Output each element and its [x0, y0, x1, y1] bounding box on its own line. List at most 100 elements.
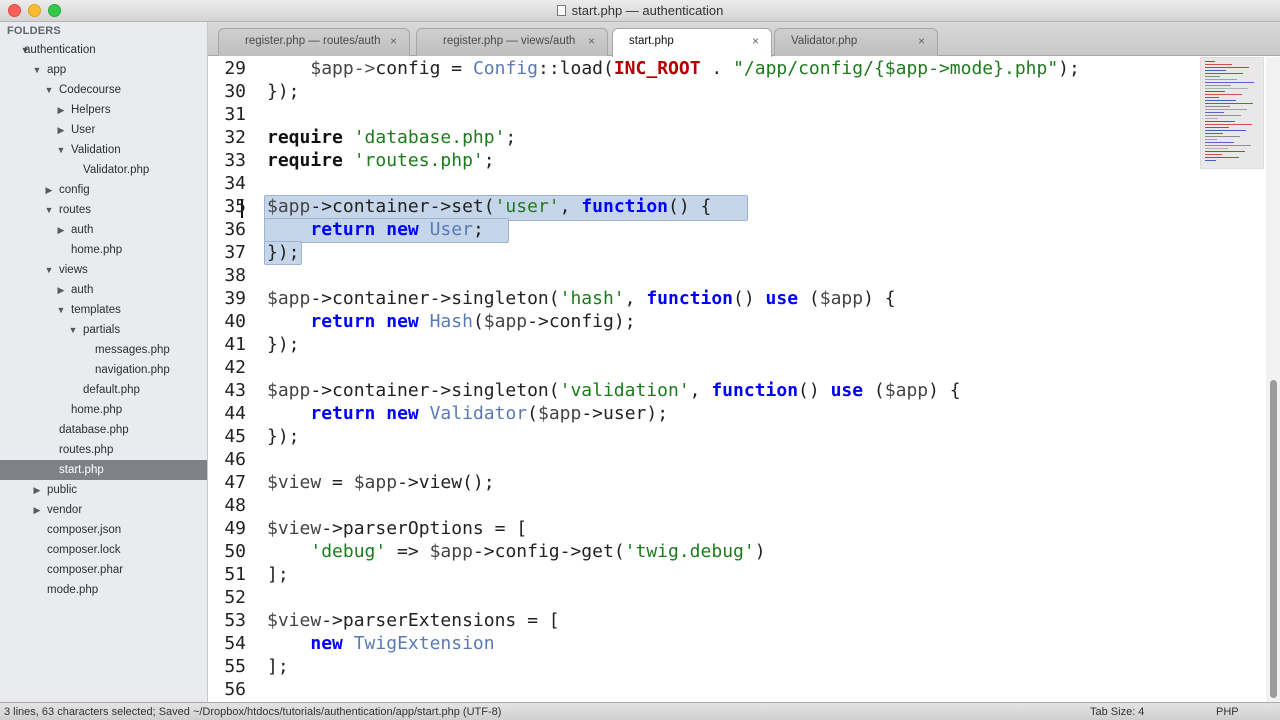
code-line[interactable]: require 'database.php';	[267, 127, 516, 148]
sidebar-item[interactable]: composer.json	[0, 520, 207, 540]
minimap-line	[1205, 118, 1218, 119]
disclosure-open-icon[interactable]: ▼	[32, 60, 42, 80]
tab-close-icon[interactable]: ×	[588, 29, 595, 53]
line-number: 52	[224, 587, 246, 608]
code-token: return	[310, 219, 376, 240]
code-token: User	[429, 219, 473, 240]
sidebar-item[interactable]: home.php	[0, 240, 207, 260]
code-line[interactable]: new TwigExtension	[267, 633, 494, 654]
disclosure-closed-icon[interactable]: ▶	[32, 480, 42, 500]
code-token: 'user'	[494, 196, 560, 217]
sidebar-item[interactable]: database.php	[0, 420, 207, 440]
code-line[interactable]: });	[267, 334, 300, 355]
line-number: 48	[224, 495, 246, 516]
code-line[interactable]: $view->parserExtensions = [	[267, 610, 560, 631]
sidebar-item[interactable]: mode.php	[0, 580, 207, 600]
scrollbar-thumb[interactable]	[1270, 380, 1277, 698]
code-line[interactable]: $app->config = Config::load(INC_ROOT . "…	[267, 58, 1080, 79]
disclosure-closed-icon[interactable]: ▶	[56, 120, 66, 140]
sidebar-item[interactable]: Validator.php	[0, 160, 207, 180]
disclosure-closed-icon[interactable]: ▶	[56, 220, 66, 240]
code-token: () {	[668, 196, 712, 217]
disclosure-open-icon[interactable]: ▼	[44, 80, 54, 100]
code-line[interactable]: ];	[267, 656, 289, 677]
code-token: });	[267, 426, 300, 447]
sidebar-item-label: vendor	[47, 504, 83, 516]
code-line[interactable]: return new Hash($app->config);	[267, 311, 635, 332]
sidebar-item-label: mode.php	[47, 584, 99, 596]
sidebar-item[interactable]: ▶ public	[0, 480, 207, 500]
code-line[interactable]: return new Validator($app->user);	[267, 403, 668, 424]
sidebar-item[interactable]: ▼ authentication	[0, 40, 207, 60]
line-number: 47	[224, 472, 246, 493]
sidebar-item[interactable]: ▼ Validation	[0, 140, 207, 160]
sidebar-item[interactable]: ▼ templates	[0, 300, 207, 320]
code-line[interactable]: $app->container->set('user', function() …	[267, 196, 711, 217]
tab-close-icon[interactable]: ×	[752, 29, 759, 53]
sidebar-item[interactable]: home.php	[0, 400, 207, 420]
code-line[interactable]: });	[267, 426, 300, 447]
sidebar-item[interactable]: ▶ auth	[0, 220, 207, 240]
minimap-line	[1205, 94, 1242, 95]
disclosure-closed-icon[interactable]: ▶	[56, 100, 66, 120]
code-token: return	[310, 403, 376, 424]
maximize-window-button[interactable]	[48, 4, 61, 17]
code-line[interactable]: require 'routes.php';	[267, 150, 495, 171]
code-line[interactable]: });	[267, 81, 300, 102]
disclosure-closed-icon[interactable]: ▶	[32, 500, 42, 520]
code-line[interactable]: $view->parserOptions = [	[267, 518, 527, 539]
disclosure-open-icon[interactable]: ▼	[56, 300, 66, 320]
code-line[interactable]: return new User;	[267, 219, 483, 240]
close-window-button[interactable]	[8, 4, 21, 17]
disclosure-open-icon[interactable]: ▼	[68, 320, 78, 340]
sidebar-item-label: Validation	[71, 144, 121, 156]
tab-close-icon[interactable]: ×	[918, 29, 925, 53]
line-number: 56	[224, 679, 246, 700]
tab[interactable]: start.php ×	[612, 28, 772, 57]
sidebar-item[interactable]: navigation.php	[0, 360, 207, 380]
sidebar-item[interactable]: ▼ routes	[0, 200, 207, 220]
sidebar-item[interactable]: ▶ vendor	[0, 500, 207, 520]
tab-size-selector[interactable]: Tab Size: 4	[1090, 703, 1144, 720]
sidebar-item[interactable]: ▼ views	[0, 260, 207, 280]
code-line[interactable]: $view = $app->view();	[267, 472, 495, 493]
minimap-line	[1205, 103, 1253, 104]
sidebar-item[interactable]: ▼ Codecourse	[0, 80, 207, 100]
minimap[interactable]	[1200, 57, 1264, 169]
sidebar-item[interactable]: start.php	[0, 460, 207, 480]
code-editor[interactable]: 29 $app->config = Config::load(INC_ROOT …	[208, 57, 1272, 702]
sidebar-item[interactable]: routes.php	[0, 440, 207, 460]
tab[interactable]: Validator.php ×	[774, 28, 938, 56]
tab[interactable]: register.php — routes/auth ×	[218, 28, 410, 56]
syntax-selector[interactable]: PHP	[1216, 703, 1239, 720]
code-line[interactable]: $app->container->singleton('hash', funct…	[267, 288, 896, 309]
sidebar-item[interactable]: ▼ app	[0, 60, 207, 80]
code-line[interactable]: });	[267, 242, 300, 263]
sidebar-item[interactable]: ▶ config	[0, 180, 207, 200]
minimap-line	[1205, 70, 1226, 71]
sidebar-item[interactable]: ▶ User	[0, 120, 207, 140]
sidebar-item[interactable]: ▼ partials	[0, 320, 207, 340]
minimize-window-button[interactable]	[28, 4, 41, 17]
code-line[interactable]: ];	[267, 564, 289, 585]
code-token: require	[267, 127, 343, 148]
sidebar-item[interactable]: ▶ Helpers	[0, 100, 207, 120]
sidebar-item-label: composer.json	[47, 524, 122, 536]
minimap-line	[1205, 64, 1232, 65]
tab[interactable]: register.php — views/auth ×	[416, 28, 608, 56]
disclosure-closed-icon[interactable]: ▶	[44, 180, 54, 200]
disclosure-closed-icon[interactable]: ▶	[56, 280, 66, 300]
sidebar-item[interactable]: ▶ auth	[0, 280, 207, 300]
code-line[interactable]: 'debug' => $app->config->get('twig.debug…	[267, 541, 765, 562]
disclosure-open-icon[interactable]: ▼	[56, 140, 66, 160]
disclosure-open-icon[interactable]: ▼	[44, 200, 54, 220]
sidebar-item[interactable]: default.php	[0, 380, 207, 400]
sidebar-item[interactable]: composer.lock	[0, 540, 207, 560]
disclosure-open-icon[interactable]: ▼	[44, 260, 54, 280]
sidebar-item[interactable]: messages.php	[0, 340, 207, 360]
tab-close-icon[interactable]: ×	[390, 29, 397, 53]
code-line[interactable]: $app->container->singleton('validation',…	[267, 380, 961, 401]
sidebar-item[interactable]: composer.phar	[0, 560, 207, 580]
